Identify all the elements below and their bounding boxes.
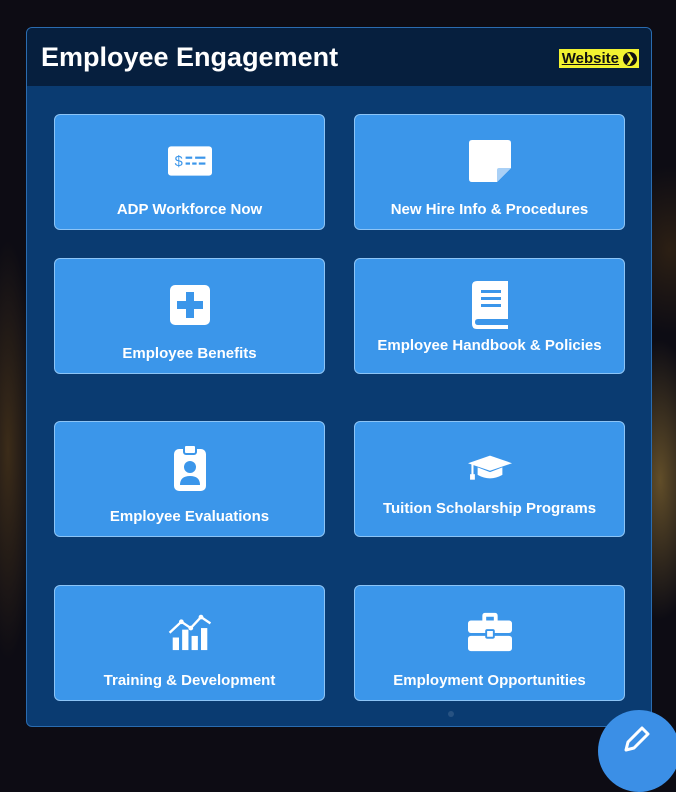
id-badge-icon: [168, 445, 212, 491]
graduation-cap-icon: [467, 446, 512, 490]
chevron-right-icon: ❯: [623, 51, 637, 66]
tile-training-development[interactable]: Training & Development: [54, 585, 325, 701]
tile-label: Employee Handbook & Policies: [377, 337, 602, 354]
svg-text:$: $: [174, 154, 182, 170]
briefcase-icon: [467, 610, 512, 654]
website-link-label[interactable]: Website: [562, 50, 619, 67]
tile-employee-handbook[interactable]: Employee Handbook & Policies: [354, 258, 625, 374]
tile-employee-benefits[interactable]: Employee Benefits: [54, 258, 325, 374]
medical-plus-icon: [168, 283, 212, 327]
website-link[interactable]: Website ❯: [558, 49, 639, 68]
tile-label: Employee Evaluations: [109, 508, 270, 525]
employee-engagement-panel: Employee Engagement Website ❯ $ ADP Work…: [26, 27, 652, 727]
bokeh-dot: [448, 711, 454, 717]
tile-label: New Hire Info & Procedures: [390, 201, 589, 218]
edit-fab-button[interactable]: [598, 710, 676, 792]
panel-title: Employee Engagement: [41, 42, 339, 72]
panel-header: Employee Engagement Website ❯: [27, 28, 651, 86]
tile-label: Training & Development: [103, 672, 276, 689]
paycheck-icon: $: [167, 139, 212, 183]
tile-new-hire-info[interactable]: New Hire Info & Procedures: [354, 114, 625, 230]
tile-employee-evaluations[interactable]: Employee Evaluations: [54, 421, 325, 537]
tile-adp-workforce-now[interactable]: $ ADP Workforce Now: [54, 114, 325, 230]
book-icon: [468, 281, 512, 329]
tile-label: ADP Workforce Now: [116, 201, 263, 218]
tile-label: Tuition Scholarship Programs: [382, 500, 597, 517]
tile-tuition-scholarship[interactable]: Tuition Scholarship Programs: [354, 421, 625, 537]
tile-employment-opportunities[interactable]: Employment Opportunities: [354, 585, 625, 701]
tile-label: Employment Opportunities: [393, 672, 586, 689]
note-icon: [468, 139, 512, 183]
tile-label: Employee Benefits: [122, 345, 257, 362]
chart-growth-icon: [168, 610, 212, 654]
